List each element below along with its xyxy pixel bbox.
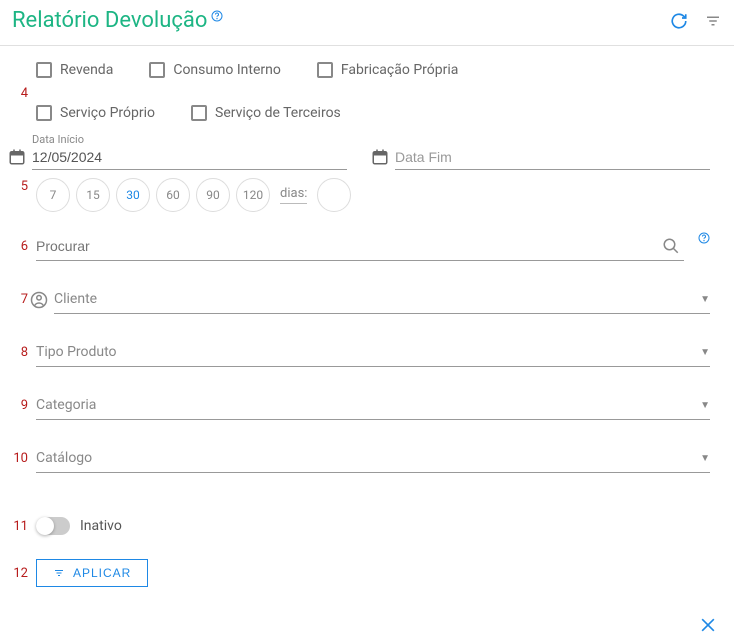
checkbox-label: Consumo Interno [173, 62, 281, 78]
dias-label: dias: [280, 186, 307, 204]
checkbox-row-2: Serviço Próprio Serviço de Terceiros [8, 105, 710, 121]
checkbox-servico-proprio[interactable]: Serviço Próprio [36, 105, 155, 121]
filter-form: Revenda Consumo Interno Fabricação Própr… [0, 46, 734, 611]
page-header: Relatório Devolução [0, 0, 734, 46]
step-number: 5 [8, 179, 28, 194]
chevron-down-icon: ▼ [700, 294, 710, 305]
step-number: 10 [8, 451, 28, 466]
chip-7[interactable]: 7 [36, 178, 70, 212]
search-input[interactable] [36, 232, 662, 260]
chevron-down-icon: ▼ [700, 400, 710, 411]
chip-15[interactable]: 15 [76, 178, 110, 212]
checkbox-revenda[interactable]: Revenda [36, 62, 113, 78]
select-cliente[interactable]: Cliente ▼ [54, 285, 710, 314]
apply-label: APLICAR [73, 566, 131, 580]
chip-30[interactable]: 30 [116, 178, 150, 212]
filter-icon [53, 567, 65, 579]
select-label: Cliente [54, 291, 700, 307]
date-fim-field [371, 145, 710, 170]
select-categoria[interactable]: Categoria ▼ [36, 391, 710, 420]
page-title: Relatório Devolução [12, 8, 207, 33]
day-range-chips: 7 15 30 60 90 120 dias: [8, 178, 710, 212]
chip-90[interactable]: 90 [196, 178, 230, 212]
date-inicio-field: Data Início [8, 145, 347, 170]
select-label: Categoria [36, 397, 700, 413]
help-icon[interactable] [698, 232, 710, 244]
step-number: 4 [8, 86, 28, 101]
filter-list-icon[interactable] [704, 12, 722, 30]
help-icon[interactable] [211, 10, 223, 22]
step-number: 9 [8, 398, 28, 413]
chevron-down-icon: ▼ [700, 453, 710, 464]
chip-120[interactable]: 120 [236, 178, 270, 212]
step-number: 12 [8, 566, 28, 581]
checkbox-label: Revenda [60, 62, 113, 78]
checkbox-fabricacao-propria[interactable]: Fabricação Própria [317, 62, 459, 78]
date-fim-input[interactable] [395, 145, 710, 170]
toggle-label: Inativo [80, 518, 122, 534]
select-tipo-produto[interactable]: Tipo Produto ▼ [36, 338, 710, 367]
checkbox-consumo-interno[interactable]: Consumo Interno [149, 62, 281, 78]
step-number: 11 [8, 519, 28, 534]
search-field [36, 232, 684, 261]
select-catalogo[interactable]: Catálogo ▼ [36, 444, 710, 473]
toggle-inativo[interactable] [36, 517, 70, 535]
step-number: 7 [8, 292, 28, 307]
checkbox-row-1: Revenda Consumo Interno Fabricação Própr… [8, 62, 710, 78]
search-icon[interactable] [662, 237, 680, 255]
select-label: Tipo Produto [36, 344, 700, 360]
checkbox-label: Serviço Próprio [60, 105, 155, 121]
checkbox-label: Serviço de Terceiros [215, 105, 341, 121]
select-label: Catálogo [36, 450, 700, 466]
calendar-icon[interactable] [8, 148, 26, 166]
apply-button[interactable]: APLICAR [36, 559, 148, 587]
person-icon [30, 291, 48, 309]
refresh-icon[interactable] [670, 12, 688, 30]
checkbox-servico-terceiros[interactable]: Serviço de Terceiros [191, 105, 341, 121]
chip-custom-days[interactable] [317, 178, 351, 212]
date-inicio-input[interactable] [32, 145, 347, 170]
chip-60[interactable]: 60 [156, 178, 190, 212]
chevron-down-icon: ▼ [700, 347, 710, 358]
checkbox-label: Fabricação Própria [341, 62, 459, 78]
close-icon[interactable] [698, 615, 718, 635]
calendar-icon[interactable] [371, 148, 389, 166]
step-number: 6 [8, 239, 28, 254]
step-number: 8 [8, 345, 28, 360]
date-inicio-label: Data Início [32, 133, 84, 146]
